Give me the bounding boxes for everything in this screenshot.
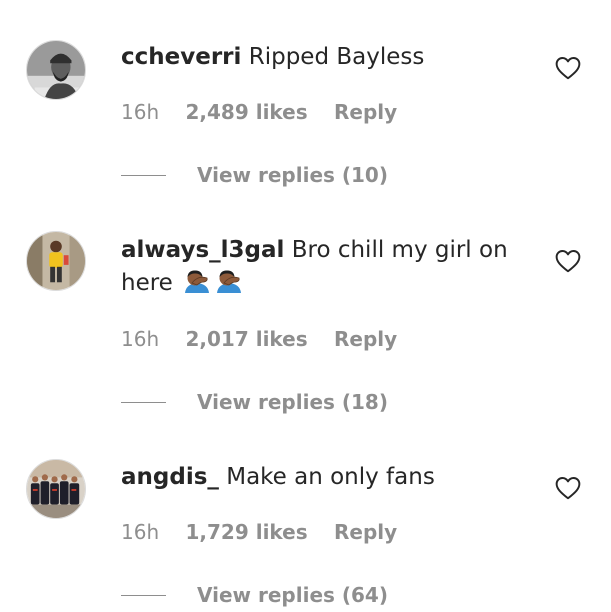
comment-meta: 16h 2,017 likes Reply bbox=[121, 327, 417, 351]
comment-likes[interactable]: 1,729 likes bbox=[185, 520, 307, 544]
reply-button[interactable]: Reply bbox=[334, 520, 397, 544]
comment-body: ccheverri Ripped Bayless bbox=[121, 41, 516, 74]
like-heart-icon[interactable] bbox=[555, 249, 581, 273]
person-yellow-shirt-avatar-icon bbox=[27, 232, 85, 290]
man-in-beanie-avatar-icon bbox=[27, 41, 85, 99]
face-palm-emoji-icon bbox=[214, 269, 244, 293]
comment-username[interactable]: angdis_ bbox=[121, 464, 219, 490]
face-palm-emoji-icon bbox=[182, 269, 212, 293]
like-heart-icon[interactable] bbox=[555, 56, 581, 80]
view-replies-label: View replies (64) bbox=[197, 583, 388, 607]
divider-line bbox=[121, 175, 166, 176]
comment-text: Make an only fans bbox=[226, 464, 435, 490]
view-replies-label: View replies (18) bbox=[197, 390, 388, 414]
avatar[interactable] bbox=[26, 459, 86, 519]
reply-button[interactable]: Reply bbox=[334, 100, 397, 124]
comment-likes[interactable]: 2,489 likes bbox=[185, 100, 307, 124]
like-heart-icon[interactable] bbox=[555, 476, 581, 500]
comment-body: angdis_ Make an only fans bbox=[121, 461, 516, 494]
team-group-photo-avatar-icon bbox=[27, 460, 85, 518]
comment-time[interactable]: 16h bbox=[121, 520, 159, 544]
avatar[interactable] bbox=[26, 231, 86, 291]
avatar[interactable] bbox=[26, 40, 86, 100]
comment-time[interactable]: 16h bbox=[121, 327, 159, 351]
comment-body: always_l3gal Bro chill my girl on here bbox=[121, 234, 516, 300]
divider-line bbox=[121, 595, 166, 596]
comment-likes[interactable]: 2,017 likes bbox=[185, 327, 307, 351]
divider-line bbox=[121, 402, 166, 403]
comment-text: Ripped Bayless bbox=[248, 44, 425, 70]
reply-button[interactable]: Reply bbox=[334, 327, 397, 351]
comment-username[interactable]: always_l3gal bbox=[121, 237, 284, 263]
comment-time[interactable]: 16h bbox=[121, 100, 159, 124]
comment-username[interactable]: ccheverri bbox=[121, 44, 241, 70]
comment-meta: 16h 2,489 likes Reply bbox=[121, 100, 417, 124]
comment-meta: 16h 1,729 likes Reply bbox=[121, 520, 417, 544]
view-replies-label: View replies (10) bbox=[197, 163, 388, 187]
